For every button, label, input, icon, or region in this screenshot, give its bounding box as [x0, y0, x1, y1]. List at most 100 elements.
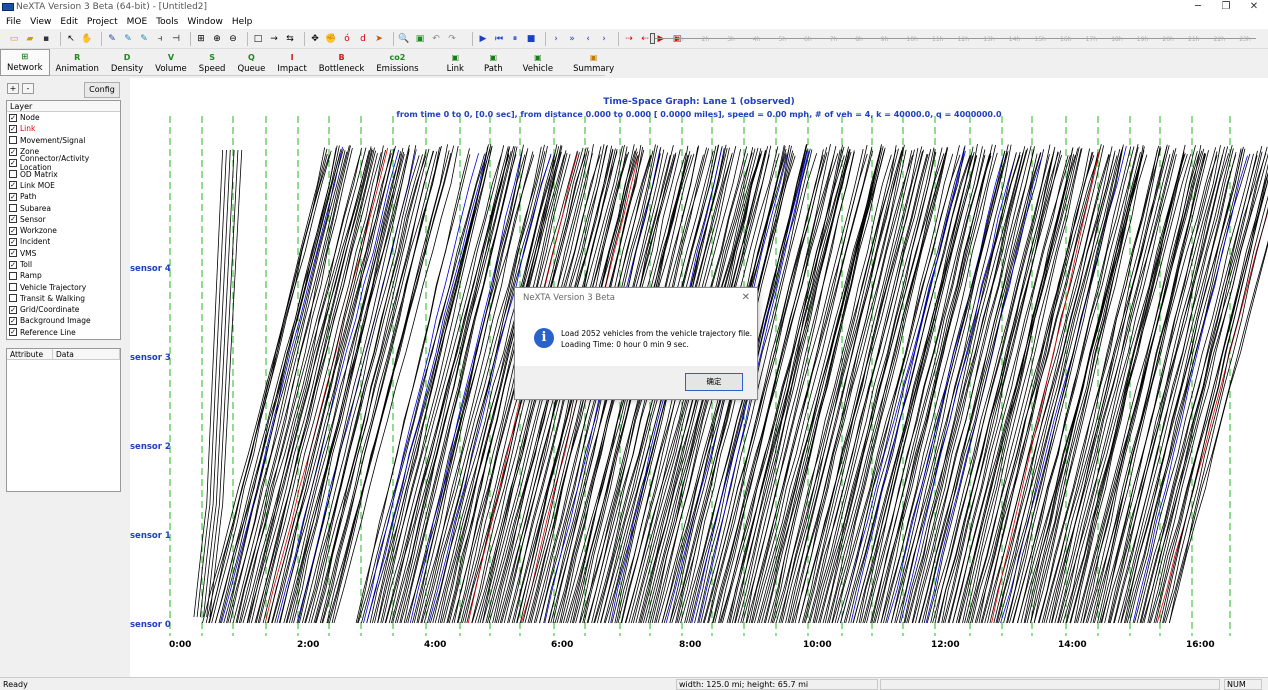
- reference-line-icon[interactable]: ⊣: [170, 33, 182, 45]
- layer-checkbox[interactable]: ✓: [9, 226, 17, 235]
- fast-forward-icon[interactable]: »: [566, 33, 578, 45]
- restore-button[interactable]: ❐: [1212, 0, 1240, 14]
- layer-checkbox[interactable]: [9, 170, 17, 179]
- step-back-icon[interactable]: ‹: [582, 33, 594, 45]
- expand-button[interactable]: +: [7, 83, 19, 94]
- pause-icon[interactable]: ⏸: [509, 33, 521, 45]
- layer-checkbox[interactable]: [9, 271, 17, 280]
- layer-checkbox[interactable]: [9, 136, 17, 145]
- tab-link[interactable]: ▣ Link: [437, 49, 474, 76]
- draw-node-icon[interactable]: ✎: [122, 33, 134, 45]
- layer-checkbox[interactable]: ✓: [9, 113, 17, 122]
- menu-project[interactable]: Project: [87, 17, 118, 27]
- data-column-header[interactable]: Data: [53, 349, 120, 359]
- layer-checkbox[interactable]: ✓: [9, 124, 17, 133]
- layer-checkbox[interactable]: ✓: [9, 215, 17, 224]
- layer-item[interactable]: ✓ Reference Line: [7, 327, 120, 338]
- tab-impact[interactable]: I Impact: [271, 49, 312, 76]
- grab-icon[interactable]: ✊: [325, 33, 337, 45]
- layer-item[interactable]: ✓ Connector/Activity Location: [7, 154, 120, 172]
- close-button[interactable]: ✕: [1240, 0, 1268, 14]
- menu-view[interactable]: View: [30, 17, 51, 27]
- layer-checkbox[interactable]: [9, 283, 17, 292]
- layer-item[interactable]: Vehicle Trajectory: [7, 281, 120, 292]
- layer-item[interactable]: ✓ Sensor: [7, 214, 120, 225]
- tab-animation[interactable]: R Animation: [50, 49, 105, 76]
- menu-moe[interactable]: MOE: [127, 17, 148, 27]
- layer-checkbox[interactable]: ✓: [9, 192, 17, 201]
- new-file-icon[interactable]: ▭: [8, 33, 20, 45]
- layer-checkbox[interactable]: ✓: [9, 181, 17, 190]
- layer-item[interactable]: ✓ Link MOE: [7, 180, 120, 191]
- menu-window[interactable]: Window: [187, 17, 223, 27]
- layer-checkbox[interactable]: ✓: [9, 147, 17, 156]
- layer-checkbox[interactable]: ✓: [9, 237, 17, 246]
- one-way-arrow-icon[interactable]: →: [268, 33, 280, 45]
- move-icon[interactable]: ✥: [309, 33, 321, 45]
- refresh-view-icon[interactable]: ▣: [414, 33, 426, 45]
- draw-zone-icon[interactable]: ✎: [138, 33, 150, 45]
- attribute-column-header[interactable]: Attribute: [7, 349, 53, 359]
- tab-summary[interactable]: ▣ Summary: [563, 49, 624, 76]
- layer-checkbox[interactable]: ✓: [9, 328, 17, 337]
- tab-path[interactable]: ▣ Path: [474, 49, 513, 76]
- layer-item[interactable]: ✓ Incident: [7, 236, 120, 247]
- save-icon[interactable]: ▪: [40, 33, 52, 45]
- menu-edit[interactable]: Edit: [60, 17, 77, 27]
- menu-file[interactable]: File: [6, 17, 21, 27]
- play-icon[interactable]: ▶: [477, 33, 489, 45]
- zoom-out-icon[interactable]: ⊖: [227, 33, 239, 45]
- grid-icon[interactable]: ⊞: [195, 33, 207, 45]
- tab-vehicle[interactable]: ▣ Vehicle: [513, 49, 563, 76]
- search-icon[interactable]: 🔍: [398, 33, 410, 45]
- tab-emissions[interactable]: co2 Emissions: [370, 49, 424, 76]
- layer-item[interactable]: ✓ Path: [7, 191, 120, 202]
- dialog-close-icon[interactable]: ✕: [742, 288, 750, 308]
- layer-checkbox[interactable]: ✓: [9, 249, 17, 258]
- path-icon[interactable]: ➤: [373, 33, 385, 45]
- undo-icon[interactable]: ↶: [430, 33, 442, 45]
- ok-button[interactable]: 确定: [685, 373, 743, 391]
- layer-checkbox[interactable]: [9, 294, 17, 303]
- rectangle-icon[interactable]: □: [252, 33, 264, 45]
- layer-item[interactable]: Transit & Walking: [7, 293, 120, 304]
- layer-item[interactable]: Movement/Signal: [7, 135, 120, 146]
- tab-speed[interactable]: S Speed: [193, 49, 232, 76]
- pan-hand-icon[interactable]: ✋: [81, 33, 93, 45]
- layer-item[interactable]: ✓ Workzone: [7, 225, 120, 236]
- menu-tools[interactable]: Tools: [156, 17, 178, 27]
- menu-help[interactable]: Help: [232, 17, 253, 27]
- rewind-start-icon[interactable]: ⏮: [493, 33, 505, 45]
- origin-icon[interactable]: ó: [341, 33, 353, 45]
- zoom-in-icon[interactable]: ⊕: [211, 33, 223, 45]
- layer-item[interactable]: ✓ Toll: [7, 259, 120, 270]
- layer-item[interactable]: ✓ Link: [7, 123, 120, 134]
- layer-item[interactable]: ✓ Grid/Coordinate: [7, 304, 120, 315]
- destination-icon[interactable]: d: [357, 33, 369, 45]
- tab-bottleneck[interactable]: B Bottleneck: [313, 49, 371, 76]
- select-pointer-icon[interactable]: ↖: [65, 33, 77, 45]
- open-folder-icon[interactable]: ▰: [24, 33, 36, 45]
- layer-item[interactable]: Subarea: [7, 202, 120, 213]
- split-link-icon[interactable]: ⫞: [154, 33, 166, 45]
- layer-item[interactable]: Ramp: [7, 270, 120, 281]
- tab-volume[interactable]: V Volume: [149, 49, 193, 76]
- tab-density[interactable]: D Density: [105, 49, 149, 76]
- collapse-button[interactable]: -: [22, 83, 34, 94]
- next-frame-icon[interactable]: ›: [598, 33, 610, 45]
- stop-icon[interactable]: ■: [525, 33, 537, 45]
- layer-checkbox[interactable]: ✓: [9, 316, 17, 325]
- layer-checkbox[interactable]: ✓: [9, 305, 17, 314]
- tab-queue[interactable]: Q Queue: [231, 49, 271, 76]
- layer-checkbox[interactable]: ✓: [9, 260, 17, 269]
- step-forward-icon[interactable]: ›: [550, 33, 562, 45]
- layer-item[interactable]: ✓ VMS: [7, 248, 120, 259]
- time-slider-thumb[interactable]: [650, 33, 655, 44]
- layer-checkbox[interactable]: ✓: [9, 158, 17, 167]
- jump-forward-icon[interactable]: ⇢: [623, 33, 635, 45]
- tab-network[interactable]: ⊞ Network: [0, 49, 50, 76]
- redo-icon[interactable]: ↷: [446, 33, 458, 45]
- two-way-arrow-icon[interactable]: ⇆: [284, 33, 296, 45]
- minimize-button[interactable]: ─: [1184, 0, 1212, 14]
- layer-item[interactable]: ✓ Background Image: [7, 315, 120, 326]
